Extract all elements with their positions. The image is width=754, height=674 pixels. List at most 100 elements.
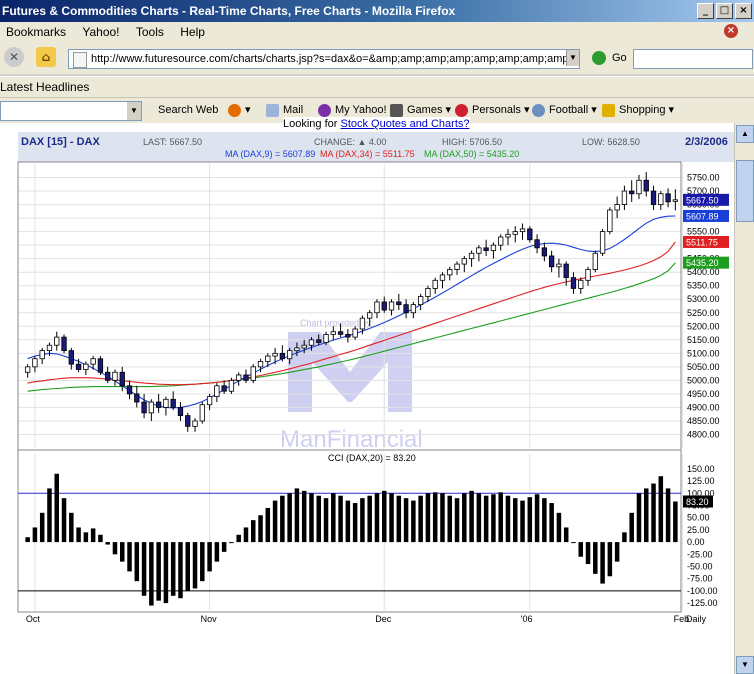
candle (32, 356, 38, 373)
cci-bar (134, 542, 140, 582)
candle-body-up (359, 317, 366, 330)
cci-bar (258, 515, 263, 543)
candle (199, 402, 205, 424)
candle-body-up (330, 331, 336, 335)
price-tick-label: 5200.00 (687, 321, 720, 331)
candle (468, 250, 475, 267)
candle-body-up (490, 244, 497, 251)
cci-bar (629, 512, 634, 543)
candle (548, 250, 555, 273)
candle (177, 402, 184, 421)
candle (614, 196, 620, 219)
cci-bar (578, 542, 584, 557)
cci-bar (462, 493, 467, 543)
price-tick-label: 5100.00 (687, 348, 720, 358)
candle (105, 366, 111, 384)
candle (68, 347, 74, 370)
candle-body-up (454, 263, 460, 270)
cci-tick-label: 25.00 (687, 525, 710, 535)
candle (396, 293, 402, 311)
candle-body-down (68, 350, 74, 365)
candle (330, 326, 336, 340)
candle-body-up (599, 231, 606, 254)
cci-bar (563, 527, 569, 543)
price-tag-label: 5667.50 (686, 195, 719, 205)
cci-last-tag: 83.20 (683, 495, 713, 508)
cci-bar (556, 512, 562, 543)
candle-body-up (498, 236, 504, 246)
cci-bar (287, 493, 292, 543)
ma9-label: MA (DAX,9) = 5607.89 (225, 149, 315, 159)
cci-tick-label: 125.00 (687, 476, 715, 486)
price-tick-label: 5750.00 (687, 173, 720, 183)
manfinancial-logo: Chart provided by: ManFinancial (280, 318, 423, 453)
cci-bar (432, 492, 438, 543)
candle-body-up (265, 355, 271, 362)
candle-body-down (170, 398, 176, 408)
candle (447, 266, 453, 281)
candle-body-up (672, 199, 679, 202)
candle-body-up (308, 339, 315, 346)
chart-low: LOW: 5628.50 (582, 137, 640, 147)
x-axis-label: Oct (26, 614, 41, 624)
price-tick-label: 5000.00 (687, 375, 720, 385)
cci-bar (280, 495, 285, 543)
candle-body-down (483, 247, 489, 251)
candle-body-down (570, 277, 577, 289)
cci-bar (665, 488, 671, 543)
cci-bar (658, 476, 664, 543)
candle (534, 234, 540, 254)
cci-bar (447, 495, 453, 543)
candle (185, 412, 191, 432)
cci-bar (83, 532, 89, 543)
cci-bar (200, 542, 205, 582)
cci-bar (600, 542, 605, 584)
candle-body-up (257, 361, 264, 368)
cci-bar (163, 542, 169, 604)
x-axis-label: Dec (375, 614, 392, 624)
cci-bar (331, 493, 336, 543)
candle-body-up (163, 398, 169, 408)
cci-bar (593, 542, 598, 574)
candle-body-up (323, 333, 329, 343)
cci-bar (360, 498, 365, 543)
candle-body-down (279, 352, 286, 360)
candle-body-down (177, 407, 184, 416)
candle (592, 250, 598, 273)
candle (519, 223, 526, 240)
cci-bar (622, 532, 627, 543)
candle (97, 356, 104, 375)
candle (345, 328, 351, 343)
cci-bar (229, 542, 234, 544)
price-tick-label: 5300.00 (687, 294, 720, 304)
cci-bar (512, 498, 518, 543)
candle-body-up (32, 358, 38, 368)
candle (585, 266, 591, 286)
cci-bar (469, 490, 474, 543)
candle-body-down (403, 304, 409, 314)
price-tag-label: 5511.75 (686, 237, 718, 247)
cci-bar (585, 542, 591, 565)
cci-bar (47, 488, 52, 543)
cci-bar (534, 494, 540, 543)
candle-body-up (39, 350, 45, 360)
cci-bar (643, 488, 649, 543)
price-tick-label: 5400.00 (687, 267, 720, 277)
candle (163, 396, 169, 416)
price-tag: 5607.89 (683, 209, 729, 222)
cci-bar (367, 495, 372, 543)
cci-bar (673, 501, 678, 543)
candle-body-up (24, 366, 31, 373)
candle (556, 258, 562, 278)
candle-body-up (461, 258, 467, 265)
candle-body-down (643, 179, 649, 192)
candle-body-down (381, 301, 387, 311)
candle-body-up (272, 352, 278, 357)
cci-bar (141, 542, 147, 596)
candle (643, 172, 649, 197)
candle (352, 326, 358, 340)
candle (403, 299, 409, 319)
candle (148, 399, 155, 421)
candle-body-down (134, 393, 140, 403)
cci-bar (520, 500, 525, 543)
